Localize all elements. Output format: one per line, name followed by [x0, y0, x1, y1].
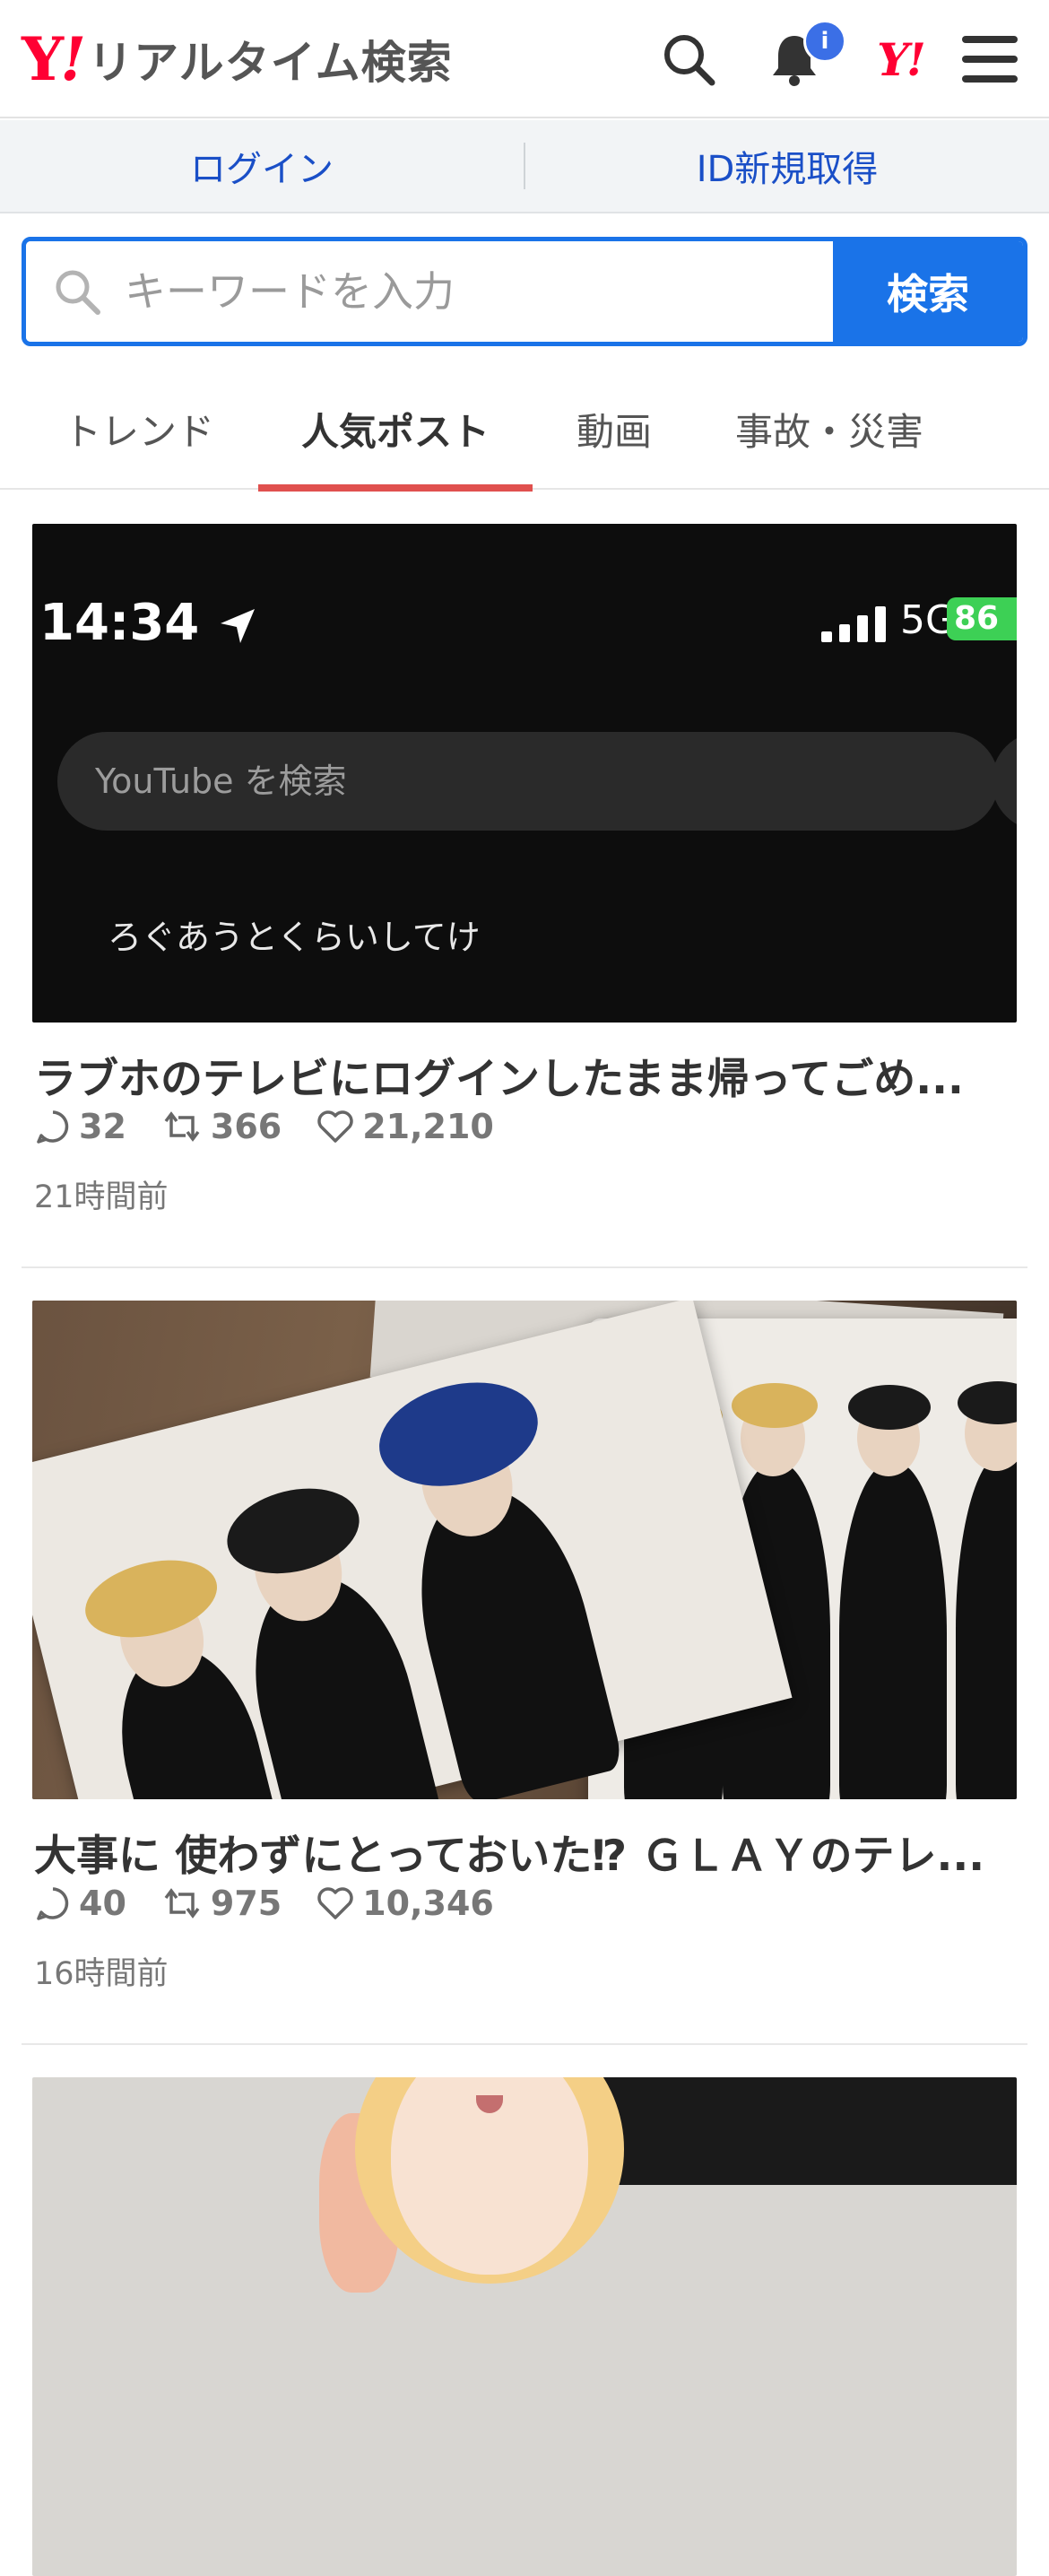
search-input[interactable]	[125, 267, 752, 316]
search-field[interactable]	[26, 241, 833, 342]
app-header: Y! リアルタイム検索 i Y!	[0, 0, 1049, 118]
menu-icon[interactable]	[956, 25, 1024, 93]
yahoo-logo-mark: Y!	[22, 24, 86, 94]
yahoo-realtime-logo[interactable]: Y! リアルタイム検索	[22, 24, 453, 94]
like-icon	[317, 1887, 353, 1919]
post-time: 16時間前	[34, 1956, 169, 1992]
login-link[interactable]: ログイン	[0, 140, 524, 192]
reply-icon	[37, 1887, 69, 1920]
tab-popular-posts[interactable]: 人気ポスト	[258, 368, 533, 492]
post-title[interactable]: ラブホのテレビにログインしたまま帰ってごめ...	[34, 1044, 1020, 1106]
search-form: 検索	[22, 237, 1027, 346]
register-link[interactable]: ID新規取得	[525, 140, 1049, 192]
reply-count: 32	[34, 1107, 126, 1146]
like-count: 21,210	[316, 1107, 494, 1146]
yahoo-logo-icon[interactable]: Y!	[866, 25, 934, 93]
repost-icon	[164, 1111, 200, 1142]
post-divider	[22, 2043, 1027, 2045]
post-image[interactable]	[32, 2077, 1017, 2576]
search-icon[interactable]	[655, 25, 723, 93]
search-button[interactable]: 検索	[833, 241, 1023, 342]
tab-trend[interactable]: トレンド	[36, 368, 242, 490]
post-time: 21時間前	[34, 1179, 169, 1215]
signal-icon	[821, 606, 886, 642]
search-field-icon	[56, 270, 100, 315]
repost-count: 975	[160, 1884, 282, 1923]
search-suggestion: ろぐあうとくらいしてけ	[108, 918, 481, 957]
category-tabs: トレンド 人気ポスト 動画 事故・災害	[0, 368, 1049, 492]
like-count: 10,346	[316, 1884, 494, 1923]
youtube-side-button	[992, 732, 1017, 831]
reply-count: 40	[34, 1884, 126, 1923]
post-title[interactable]: 大事に 使わずにとっておいた⁉ ＧＬＡＹのテレ...	[34, 1821, 1020, 1883]
post-divider	[22, 1266, 1027, 1268]
tab-videos[interactable]: 動画	[547, 368, 681, 490]
post-image[interactable]: 14:34 5G 86 YouTube を検索 ろぐあうとくらいしてけ	[32, 524, 1017, 1023]
youtube-search-bar: YouTube を検索	[57, 732, 999, 831]
login-bar: ログイン ID新規取得	[0, 120, 1049, 213]
repost-icon	[164, 1888, 200, 1919]
post-stats: 40 975 10,346	[34, 1884, 528, 1923]
status-time: 14:34	[39, 594, 258, 652]
reply-icon	[37, 1110, 69, 1144]
repost-count: 366	[160, 1107, 282, 1146]
battery-indicator: 86	[947, 597, 1017, 640]
like-icon	[317, 1110, 353, 1143]
bell-icon[interactable]: i	[760, 20, 846, 93]
tab-accidents-disasters[interactable]: 事故・災害	[708, 368, 950, 490]
post-image[interactable]	[32, 1301, 1017, 1799]
notification-badge: i	[803, 20, 846, 63]
post-stats: 32 366 21,210	[34, 1107, 528, 1146]
app-title: リアルタイム検索	[88, 37, 453, 89]
